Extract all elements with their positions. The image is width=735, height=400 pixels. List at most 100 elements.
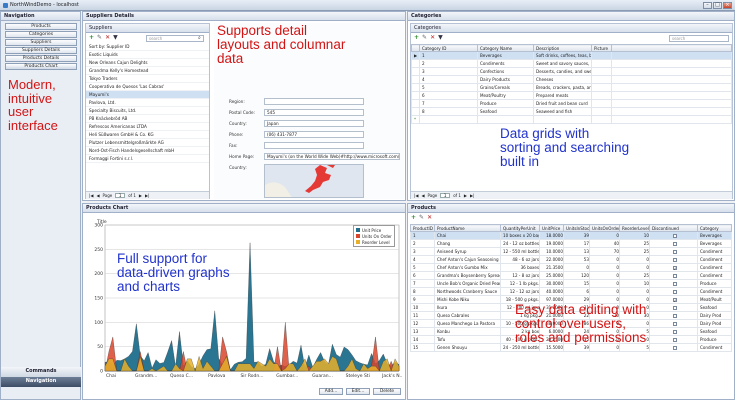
table-cell[interactable]: Condiment (697, 271, 732, 280)
table-cell[interactable]: 70 (589, 247, 620, 256)
maximize-icon[interactable]: □ (713, 2, 722, 9)
table-cell[interactable] (477, 115, 534, 124)
prev-page-icon[interactable]: ◀ (96, 192, 99, 199)
table-cell[interactable]: Konbu (434, 327, 501, 336)
supplier-list-item[interactable]: Specialty Biscuits, Ltd. (86, 107, 209, 115)
table-cell[interactable]: 2 (419, 59, 478, 68)
discontinued-cell[interactable] (649, 279, 698, 288)
column-header[interactable]: Category Name (477, 44, 534, 52)
funnel-icon[interactable]: ▼ (438, 34, 443, 41)
first-page-icon[interactable]: |◀ (89, 192, 93, 199)
table-cell[interactable]: 8 (419, 107, 478, 116)
discontinued-cell[interactable] (649, 239, 698, 248)
nav-categories-button[interactable]: Categories (5, 31, 77, 38)
table-cell[interactable]: 0 (589, 263, 620, 272)
discontinued-cell[interactable] (649, 327, 698, 336)
discontinued-cell[interactable]: ✓ (649, 295, 698, 304)
table-cell[interactable]: 0 (589, 231, 620, 240)
discontinued-cell[interactable] (649, 287, 698, 296)
table-cell[interactable]: Breads, crackers, pasta, and c (533, 83, 592, 92)
table-cell[interactable]: Meat/Poultry (477, 91, 534, 100)
table-row[interactable]: 3ConfectionsDesserts, candies, and sweet… (411, 67, 732, 76)
pencil-icon[interactable]: ✎ (419, 214, 424, 221)
table-cell[interactable]: Seafood (697, 303, 732, 312)
table-cell[interactable] (611, 115, 732, 124)
navigation-tab[interactable]: Navigation (1, 377, 81, 387)
nav-suppliers-button[interactable]: Suppliers (5, 39, 77, 46)
table-row[interactable]: 5 Grains/Cereals Breads, crackers, pasta, … (411, 83, 732, 92)
home-page-field[interactable]: Mayumi's (on the World Wide Web)#http://… (264, 153, 400, 160)
discontinued-checkbox[interactable] (672, 274, 677, 278)
table-cell[interactable]: 13 (410, 327, 435, 336)
supplier-list-item[interactable]: Mayumi's (86, 91, 209, 99)
table-row[interactable]: 1 Chai 10 boxes x 20 bags 18.0000 39 0 10 Bever… (410, 231, 732, 240)
table-cell[interactable]: 3 (419, 67, 478, 76)
pencil-icon[interactable]: ✎ (97, 34, 102, 41)
table-cell[interactable]: Grains/Cereals (477, 83, 534, 92)
column-header[interactable]: Picture (591, 44, 612, 52)
discontinued-checkbox[interactable]: ✓ (672, 266, 677, 271)
table-cell[interactable]: 3 (410, 247, 435, 256)
discontinued-checkbox[interactable]: ✓ (672, 298, 677, 303)
supplier-list-item[interactable]: New Orleans Cajun Delights (86, 59, 209, 67)
table-cell[interactable]: Condiment (697, 255, 732, 264)
plus-icon[interactable]: + (89, 34, 94, 41)
table-row[interactable]: 4 Chef Anton's Cajun Seasoning 48 - 6 oz j… (410, 255, 732, 264)
table-cell[interactable]: Condiment (697, 263, 732, 272)
table-cell[interactable]: 9 (410, 295, 435, 304)
table-cell[interactable]: Dairy Prod (697, 319, 732, 328)
discontinued-checkbox[interactable] (672, 338, 677, 342)
nav-products-button[interactable]: Products (5, 23, 77, 30)
last-page-icon[interactable]: ▶| (470, 192, 474, 199)
table-cell[interactable]: Produce (697, 335, 732, 344)
suppliers-search-input[interactable]: search (146, 35, 204, 42)
table-cell[interactable]: Confections (477, 67, 534, 76)
table-cell[interactable]: Soft drinks, coffees, teas, beer (533, 51, 592, 60)
table-cell[interactable]: Dairy Prod (697, 311, 732, 320)
table-cell[interactable]: Chef Anton's Gumbo Mix (434, 263, 501, 272)
nav-suppliers-details-button[interactable]: Suppliers Details (5, 47, 77, 54)
table-cell[interactable]: Seaweed and fish (533, 107, 592, 116)
supplier-list-item[interactable]: Cooperativa de Quesos 'Las Cabras' (86, 83, 209, 91)
table-cell[interactable]: 12 - 1 lb pkgs. (500, 279, 540, 288)
table-cell[interactable]: 19.0000 (539, 239, 564, 248)
table-cell[interactable]: 0 (619, 255, 650, 264)
table-cell[interactable]: 12 - 550 ml bottles (500, 247, 540, 256)
table-cell[interactable]: Produce (477, 99, 534, 108)
supplier-list-item[interactable]: Heli Süßwaren GmbH & Co. KG (86, 131, 209, 139)
table-cell[interactable]: 0 (589, 255, 620, 264)
chart-add-button[interactable]: Add... (319, 388, 343, 395)
table-cell[interactable]: 22.0000 (539, 255, 564, 264)
column-header[interactable]: ProductID (410, 224, 435, 232)
plus-icon[interactable]: + (411, 214, 416, 221)
table-cell[interactable]: 12 (410, 319, 435, 328)
table-cell[interactable]: 4 (419, 75, 478, 84)
table-cell[interactable] (591, 115, 612, 124)
table-cell[interactable]: Condiments (477, 59, 534, 68)
discontinued-checkbox[interactable] (672, 346, 677, 350)
close-icon[interactable]: × (723, 2, 732, 9)
table-cell[interactable]: 0 (619, 263, 650, 272)
table-cell[interactable]: 10 (619, 231, 650, 240)
page-number-input[interactable]: 1 (115, 193, 126, 198)
table-cell[interactable]: 10 (410, 303, 435, 312)
supplier-list-item[interactable]: Tokyo Traders (86, 75, 209, 83)
table-cell[interactable]: 15 (410, 343, 435, 352)
table-cell[interactable]: 0 (589, 279, 620, 288)
table-cell[interactable]: Condiment (697, 287, 732, 296)
discontinued-cell[interactable] (649, 343, 698, 352)
table-cell[interactable]: 5 (419, 83, 478, 92)
chart-delete-button[interactable]: Delete (373, 388, 401, 395)
column-header[interactable]: QuantityPerUnit (500, 224, 540, 232)
discontinued-checkbox[interactable] (672, 242, 677, 246)
table-cell[interactable]: Chai (434, 231, 501, 240)
column-header[interactable]: UnitsInStock (563, 224, 590, 232)
supplier-list-item[interactable]: Refrescos Americanas LTDA (86, 123, 209, 131)
pencil-icon[interactable]: ✎ (422, 34, 427, 41)
table-cell[interactable] (533, 115, 592, 124)
nav-products-chart-button[interactable]: Products Chart (5, 63, 77, 70)
discontinued-checkbox[interactable] (672, 330, 677, 334)
table-cell[interactable]: 25.0000 (539, 271, 564, 280)
table-cell[interactable]: 2 (410, 239, 435, 248)
table-cell[interactable]: 48 - 6 oz jars (500, 255, 540, 264)
